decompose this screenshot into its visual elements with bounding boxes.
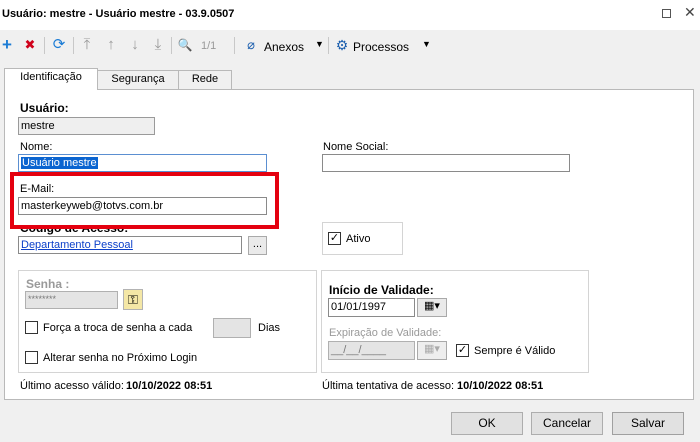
- alterar-senha-checkbox[interactable]: [25, 351, 38, 364]
- nome-social-label: Nome Social:: [323, 141, 389, 153]
- senha-label: Senha :: [26, 277, 70, 291]
- toolbar-separator: [44, 37, 45, 54]
- tab-seguranca[interactable]: Segurança: [97, 70, 179, 89]
- chevron-down-icon[interactable]: ▼: [422, 39, 431, 49]
- save-button[interactable]: Salvar: [612, 412, 684, 435]
- codigo-acesso-value[interactable]: Departamento Pessoal: [21, 239, 133, 251]
- ultima-tentativa-value: 10/10/2022 08:51: [457, 380, 544, 392]
- cancel-button[interactable]: Cancelar: [531, 412, 603, 435]
- maximize-icon[interactable]: [662, 9, 671, 18]
- expiracao-calendar-button[interactable]: ▦▾: [417, 341, 447, 360]
- first-record-icon[interactable]: ⤒: [80, 36, 94, 54]
- key-icon[interactable]: ⚿: [123, 289, 143, 310]
- ultimo-acesso-value: 10/10/2022 08:51: [126, 380, 213, 392]
- usuario-field: mestre: [18, 117, 155, 135]
- inicio-validade-input[interactable]: 01/01/1997: [328, 298, 415, 317]
- dialog-window: Usuário: mestre - Usuário mestre - 03.9.…: [0, 0, 700, 442]
- toolbar-separator: [234, 37, 235, 54]
- nome-input[interactable]: Usuário mestre: [18, 154, 267, 172]
- alterar-senha-label: Alterar senha no Próximo Login: [43, 352, 198, 364]
- title-bar: Usuário: mestre - Usuário mestre - 03.9.…: [0, 0, 700, 30]
- toolbar-separator: [171, 37, 172, 54]
- ultimo-acesso-label: Último acesso válido:: [20, 380, 124, 392]
- delete-icon[interactable]: ✖: [23, 36, 37, 54]
- processos-menu[interactable]: Processos: [353, 40, 409, 54]
- close-icon[interactable]: ✕: [684, 4, 696, 21]
- forca-troca-checkbox[interactable]: [25, 321, 38, 334]
- inicio-validade-label: Início de Validade:: [329, 283, 434, 297]
- tab-identificacao[interactable]: Identificação: [4, 68, 98, 90]
- sempre-valido-label: Sempre é Válido: [474, 345, 556, 357]
- anexos-menu[interactable]: Anexos: [264, 40, 304, 54]
- ativo-checkbox[interactable]: ✓: [328, 232, 341, 245]
- email-highlight-box: [10, 172, 279, 229]
- forca-dias-input[interactable]: [213, 318, 251, 338]
- previous-record-icon[interactable]: ↑: [104, 36, 118, 54]
- next-record-icon[interactable]: ↓: [128, 36, 142, 54]
- gear-icon[interactable]: ⚙: [334, 36, 350, 54]
- nome-label: Nome:: [20, 141, 53, 153]
- browse-button[interactable]: ...: [248, 236, 267, 255]
- nome-social-input[interactable]: [322, 154, 570, 172]
- dias-label: Dias: [258, 322, 281, 334]
- paperclip-icon[interactable]: ⌀: [244, 36, 258, 54]
- senha-input[interactable]: ********: [25, 291, 118, 309]
- toolbar: + ✖ ⟳ ⤒ ↑ ↓ ⤓ 🔍 1/1 ⌀ Anexos ▼ ⚙ Process…: [0, 30, 700, 62]
- expiracao-input[interactable]: __/__/____: [328, 341, 415, 360]
- ativo-label: Ativo: [346, 233, 371, 245]
- inicio-validade-calendar-button[interactable]: ▦▾: [417, 298, 447, 317]
- codigo-acesso-input[interactable]: Departamento Pessoal: [18, 236, 242, 254]
- tab-rede[interactable]: Rede: [178, 70, 232, 89]
- expiracao-label: Expiração de Validade:: [329, 327, 442, 339]
- record-pager: 1/1: [201, 40, 217, 52]
- search-icon[interactable]: 🔍: [177, 36, 193, 54]
- toolbar-separator: [328, 37, 329, 54]
- forca-troca-label: Força a troca de senha a cada: [43, 322, 193, 334]
- toolbar-separator: [73, 37, 74, 54]
- ultima-tentativa-label: Última tentativa de acesso:: [322, 380, 455, 392]
- nome-value: Usuário mestre: [21, 157, 98, 169]
- add-icon[interactable]: +: [0, 36, 14, 54]
- ok-button[interactable]: OK: [451, 412, 523, 435]
- tab-strip: Identificação Segurança Rede: [0, 68, 700, 90]
- usuario-label: Usuário:: [20, 101, 69, 115]
- last-record-icon[interactable]: ⤓: [151, 36, 165, 54]
- sempre-valido-checkbox[interactable]: ✓: [456, 344, 469, 357]
- window-title: Usuário: mestre - Usuário mestre - 03.9.…: [2, 8, 235, 20]
- chevron-down-icon[interactable]: ▼: [315, 39, 324, 49]
- refresh-icon[interactable]: ⟳: [51, 36, 67, 54]
